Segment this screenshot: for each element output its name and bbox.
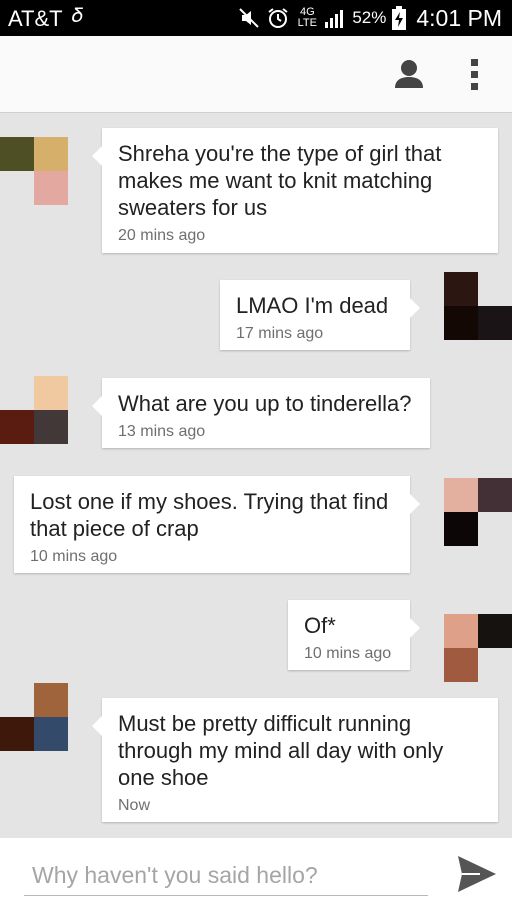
avatar-tile	[444, 512, 478, 546]
avatar-tile	[0, 410, 34, 444]
message-time: 17 mins ago	[236, 325, 324, 342]
avatar-tile	[34, 410, 68, 444]
status-icons: 4G LTE 52% 4:01 PM	[238, 4, 502, 32]
avatar-tile	[478, 614, 512, 648]
message-bubble: LMAO I'm dead 17 mins ago	[220, 280, 420, 350]
network-type-label: 4G LTE	[297, 6, 317, 29]
message-time: 10 mins ago	[30, 548, 118, 565]
message-text: Lost one if my shoes. Trying that find t…	[30, 489, 389, 541]
usb-icon: 𝛿	[72, 5, 84, 27]
avatar-tile	[34, 137, 68, 171]
message-time: 10 mins ago	[304, 645, 392, 662]
avatar-tile	[478, 478, 512, 512]
message-bubble: Must be pretty difficult running through…	[92, 698, 498, 822]
signal-icon	[325, 10, 344, 28]
avatar-tile	[34, 171, 68, 205]
alarm-icon	[268, 8, 288, 28]
avatar[interactable]	[0, 376, 68, 444]
message-bubble: Lost one if my shoes. Trying that find t…	[14, 476, 420, 573]
avatar-tile	[444, 478, 478, 512]
avatar[interactable]	[444, 614, 512, 682]
message-bubble: What are you up to tinderella? 13 mins a…	[92, 378, 430, 448]
avatar-tile	[444, 306, 478, 340]
more-vert-icon[interactable]	[466, 58, 484, 92]
send-icon[interactable]	[456, 854, 498, 894]
message-text: Shreha you're the type of girl that make…	[118, 141, 442, 220]
avatar-tile	[444, 648, 478, 682]
avatar-tile	[34, 717, 68, 751]
message-bubble: Shreha you're the type of girl that make…	[92, 128, 498, 253]
clock: 4:01 PM	[416, 4, 502, 31]
avatar[interactable]	[444, 478, 512, 546]
avatar[interactable]	[0, 683, 68, 751]
avatar-tile	[34, 376, 68, 410]
message-input[interactable]	[24, 856, 428, 896]
avatar-tile	[34, 683, 68, 717]
battery-charging-icon	[392, 6, 407, 30]
avatar-tile	[444, 614, 478, 648]
person-icon[interactable]	[393, 58, 425, 90]
message-text: LMAO I'm dead	[236, 293, 389, 318]
carrier-label: AT&T	[8, 6, 63, 31]
message-time: Now	[118, 797, 151, 814]
message-time: 20 mins ago	[118, 227, 206, 244]
avatar[interactable]	[444, 272, 512, 340]
avatar-tile	[444, 272, 478, 306]
message-bubble: Of* 10 mins ago	[288, 600, 420, 670]
message-text: Must be pretty difficult running through…	[118, 711, 444, 790]
avatar-tile	[0, 717, 34, 751]
message-time: 13 mins ago	[118, 423, 206, 440]
app-bar	[0, 36, 512, 113]
status-bar: AT&T 𝛿 4G LTE 52% 4:01 PM	[0, 0, 512, 36]
message-text: Of*	[304, 613, 336, 638]
message-text: What are you up to tinderella?	[118, 391, 412, 416]
avatar[interactable]	[0, 137, 68, 205]
avatar-tile	[0, 137, 34, 171]
mute-icon	[239, 8, 260, 28]
composer	[0, 838, 512, 911]
battery-percent: 52%	[352, 8, 387, 27]
avatar-tile	[478, 306, 512, 340]
